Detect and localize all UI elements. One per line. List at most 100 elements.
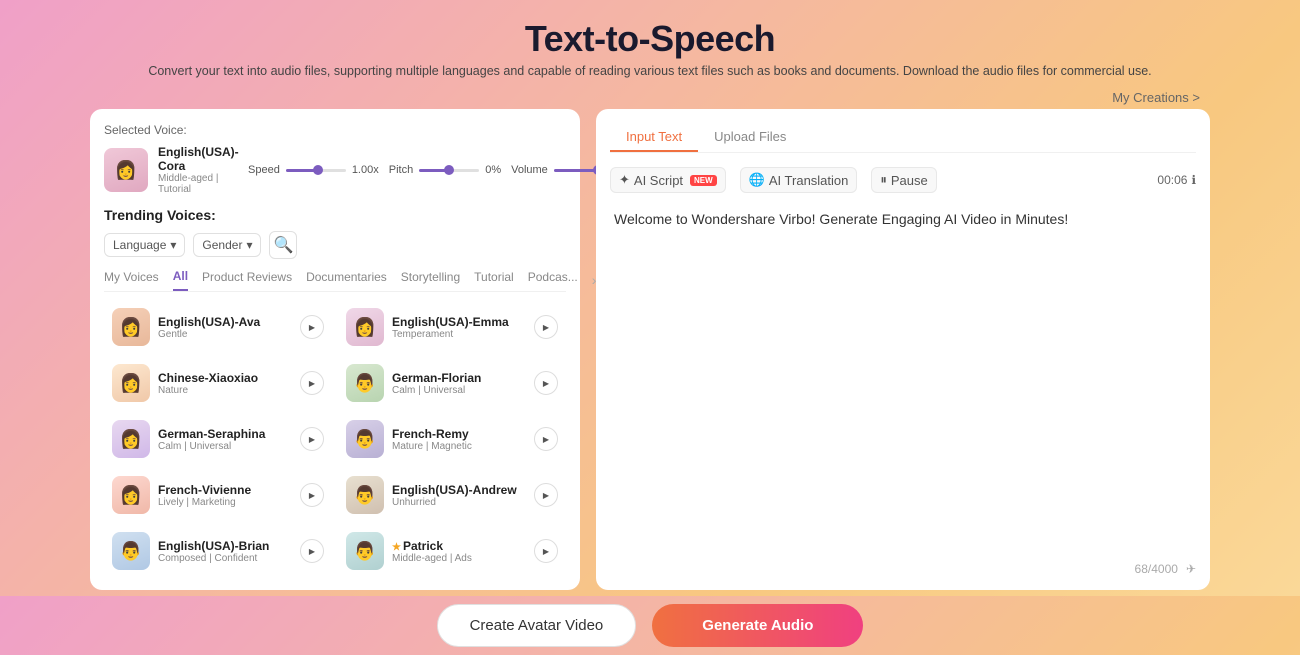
tab-input-text[interactable]: Input Text [610,123,698,152]
gender-filter[interactable]: Gender ▾ [193,233,261,257]
voice-avatar-emma: 👩 [346,308,384,346]
voice-tag-xiaoxiao: Nature [158,385,292,396]
search-icon: 🔍 [274,235,294,255]
search-voices-button[interactable]: 🔍 [269,231,297,259]
voice-tag-emma: Temperament [392,329,526,340]
pitch-slider[interactable] [419,169,479,172]
left-panel: Selected Voice: 👩 English(USA)-Cora Midd… [90,109,580,590]
tab-storytelling[interactable]: Storytelling [401,270,460,290]
pause-icon: ⏸ [880,172,887,188]
voice-category-tabs: My Voices All Product Reviews Documentar… [104,269,566,292]
info-icon: ℹ [1191,173,1196,187]
tab-podcas[interactable]: Podcas... [528,270,578,290]
voice-item-andrew[interactable]: 👨 English(USA)-Andrew Unhurried ▶ [338,470,566,520]
pitch-value: 0% [485,164,501,176]
voice-tag-vivienne: Lively | Marketing [158,497,292,508]
selected-voice-label: Selected Voice: [104,123,566,137]
tab-product-reviews[interactable]: Product Reviews [202,270,292,290]
voice-name-emma: English(USA)-Emma [392,315,526,329]
create-avatar-button[interactable]: Create Avatar Video [437,604,637,647]
voice-avatar-remy: 👨 [346,420,384,458]
tab-all[interactable]: All [173,269,188,291]
speed-slider[interactable] [286,169,346,172]
time-display: 00:06 ℹ [1157,173,1196,187]
send-icon: ✈ [1186,562,1196,576]
voice-tag-ava: Gentle [158,329,292,340]
voice-list: 👩 English(USA)-Ava Gentle ▶ 👩 English(US… [104,302,566,576]
right-panel: Input Text Upload Files ✦ AI Script NEW … [596,109,1210,590]
voice-name-xiaoxiao: Chinese-Xiaoxiao [158,371,292,385]
tab-my-voices[interactable]: My Voices [104,270,159,290]
play-brian-button[interactable]: ▶ [300,539,324,563]
voice-avatar-xiaoxiao: 👩 [112,364,150,402]
voice-tag-andrew: Unhurried [392,497,526,508]
ai-script-label: AI Script [634,173,683,188]
pause-label: Pause [891,173,928,188]
pitch-label: Pitch [389,164,413,176]
voice-tag-florian: Calm | Universal [392,385,526,396]
page-subtitle: Convert your text into audio files, supp… [0,64,1300,78]
voice-avatar-patrick: 👨 [346,532,384,570]
char-count-row: 68/4000 ✈ [610,562,1196,576]
ai-translation-icon: 🌐 [749,172,765,188]
trending-title: Trending Voices: [104,207,566,223]
voice-name-patrick: ★Patrick [392,539,526,553]
time-value: 00:06 [1157,173,1187,187]
char-count: 68/4000 [1135,562,1178,576]
right-tab-bar: Input Text Upload Files [610,123,1196,153]
voice-item-brian[interactable]: 👨 English(USA)-Brian Composed | Confiden… [104,526,332,576]
voice-name-remy: French-Remy [392,427,526,441]
voice-name-andrew: English(USA)-Andrew [392,483,526,497]
play-seraphina-button[interactable]: ▶ [300,427,324,451]
selected-voice-name: English(USA)-Cora [158,145,238,173]
text-content-area[interactable]: Welcome to Wondershare Virbo! Generate E… [610,205,1196,554]
voice-avatar-florian: 👨 [346,364,384,402]
action-row: ✦ AI Script NEW 🌐 AI Translation ⏸ Pause… [610,167,1196,193]
generate-audio-button[interactable]: Generate Audio [652,604,863,647]
tab-documentaries[interactable]: Documentaries [306,270,387,290]
play-florian-button[interactable]: ▶ [534,371,558,395]
ai-script-button[interactable]: ✦ AI Script NEW [610,167,726,193]
speed-label: Speed [248,164,280,176]
play-emma-button[interactable]: ▶ [534,315,558,339]
voice-name-brian: English(USA)-Brian [158,539,292,553]
ai-translation-label: AI Translation [769,173,849,188]
play-patrick-button[interactable]: ▶ [534,539,558,563]
play-andrew-button[interactable]: ▶ [534,483,558,507]
pause-button[interactable]: ⏸ Pause [871,167,936,193]
ai-script-icon: ✦ [619,172,630,188]
voice-item-patrick[interactable]: 👨 ★Patrick Middle-aged | Ads ▶ [338,526,566,576]
voice-item-emma[interactable]: 👩 English(USA)-Emma Temperament ▶ [338,302,566,352]
voice-avatar-andrew: 👨 [346,476,384,514]
voice-tag-remy: Mature | Magnetic [392,441,526,452]
selected-voice-avatar[interactable]: 👩 [104,148,148,192]
page-title: Text-to-Speech [0,18,1300,60]
voice-item-xiaoxiao[interactable]: 👩 Chinese-Xiaoxiao Nature ▶ [104,358,332,408]
my-creations-link[interactable]: My Creations > [1112,90,1200,105]
voice-item-seraphina[interactable]: 👩 German-Seraphina Calm | Universal ▶ [104,414,332,464]
voice-item-ava[interactable]: 👩 English(USA)-Ava Gentle ▶ [104,302,332,352]
voice-item-vivienne[interactable]: 👩 French-Vivienne Lively | Marketing ▶ [104,470,332,520]
ai-translation-button[interactable]: 🌐 AI Translation [740,167,858,193]
voice-name-seraphina: German-Seraphina [158,427,292,441]
voice-avatar-brian: 👨 [112,532,150,570]
play-remy-button[interactable]: ▶ [534,427,558,451]
voice-name-ava: English(USA)-Ava [158,315,292,329]
play-vivienne-button[interactable]: ▶ [300,483,324,507]
play-ava-button[interactable]: ▶ [300,315,324,339]
voice-avatar-vivienne: 👩 [112,476,150,514]
ai-script-new-badge: NEW [690,175,717,186]
voice-tag-seraphina: Calm | Universal [158,441,292,452]
volume-label: Volume [511,164,548,176]
language-filter[interactable]: Language ▾ [104,233,185,257]
tab-upload-files[interactable]: Upload Files [698,123,802,152]
tab-tutorial[interactable]: Tutorial [474,270,514,290]
voice-item-remy[interactable]: 👨 French-Remy Mature | Magnetic ▶ [338,414,566,464]
voice-item-florian[interactable]: 👨 German-Florian Calm | Universal ▶ [338,358,566,408]
voice-avatar-seraphina: 👩 [112,420,150,458]
bottom-bar: Create Avatar Video Generate Audio [0,590,1300,655]
voice-name-florian: German-Florian [392,371,526,385]
voice-tag-brian: Composed | Confident [158,553,292,564]
play-xiaoxiao-button[interactable]: ▶ [300,371,324,395]
speed-value: 1.00x [352,164,379,176]
